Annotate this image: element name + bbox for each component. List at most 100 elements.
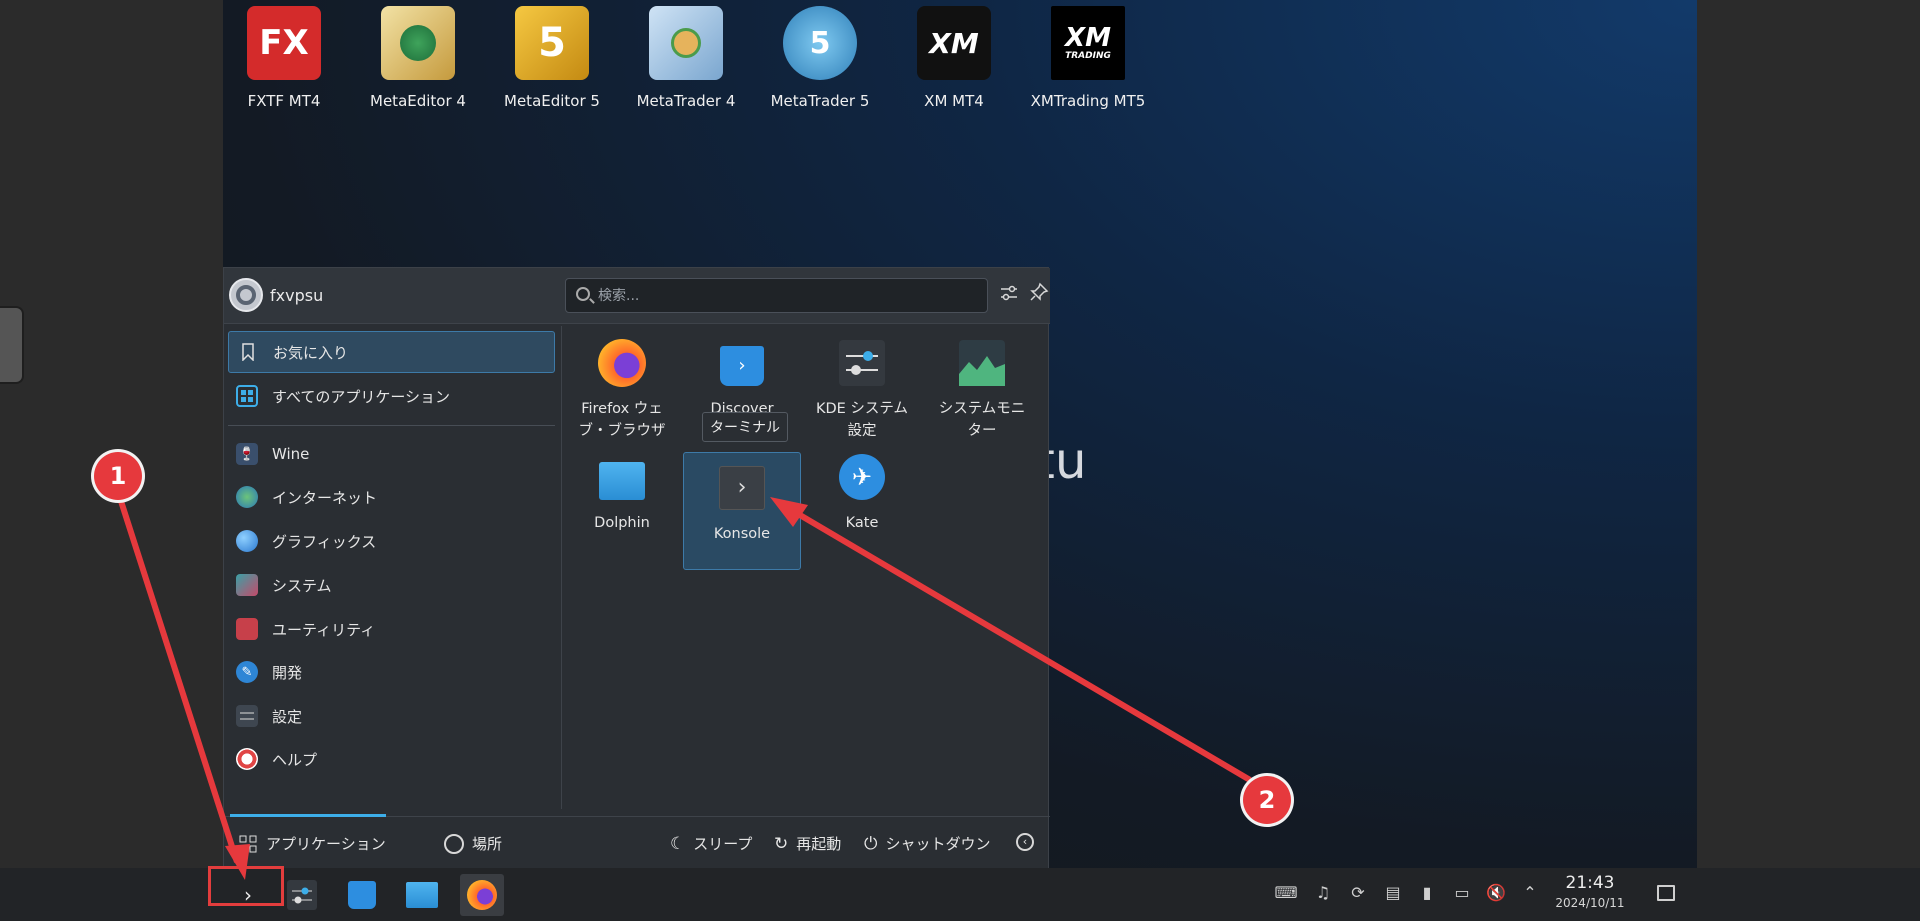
search-input[interactable] (598, 285, 978, 307)
xmtrading-mt5-icon: XM TRADING (1051, 6, 1125, 80)
compass-icon (444, 833, 464, 854)
app-label: Dolphin (594, 515, 650, 531)
tab-places[interactable]: 場所 (444, 833, 502, 854)
tab-applications[interactable]: アプリケーション (238, 833, 386, 854)
pin-button[interactable] (1026, 282, 1052, 308)
metatrader5-icon: 5 (783, 6, 857, 80)
configure-button[interactable] (996, 282, 1022, 308)
category-list: お気に入り すべてのアプリケーション 🍷 Wine インターネット グラフィック… (224, 326, 562, 809)
category-label: お気に入り (273, 343, 349, 362)
category-system[interactable]: システム (228, 564, 555, 606)
taskbar-discover[interactable] (340, 874, 384, 916)
side-panel-handle[interactable] (0, 306, 24, 384)
settings-icon (236, 705, 258, 727)
chevron-left-icon: ‹ (1016, 833, 1034, 851)
app-firefox[interactable]: Firefox ウェ ブ・ブラウザ (563, 338, 681, 442)
screen: FX FXTF MT4 MetaEditor 4 5 MetaEditor 5 … (0, 0, 1920, 921)
taskbar: › ⌨ ♫ ⟳ ▤ ▮ ▭ 🔇 ⌃ 21:43 2024/10/11 (0, 868, 1920, 921)
favorites-grid: Firefox ウェ ブ・ブラウザ › Discover KDE システム 設定… (563, 326, 1049, 809)
restart-icon: ↻ (774, 833, 789, 854)
desktop-icon-xm-mt4[interactable]: XM XM MT4 (889, 6, 1019, 110)
app-dolphin[interactable]: Dolphin (563, 452, 681, 534)
desktop-icon-label: FXTF MT4 (247, 92, 321, 110)
category-label: ユーティリティ (272, 620, 376, 639)
launcher-header: fxvpsu (224, 268, 1050, 324)
power-icon: ⏻ (864, 833, 878, 854)
category-divider (228, 425, 555, 426)
taskbar-system-settings[interactable] (280, 874, 324, 916)
desktop-icon-metatrader4[interactable]: MetaTrader 4 (621, 6, 751, 110)
keyboard-icon[interactable]: ⌨ (1274, 881, 1298, 905)
app-label: KDE システム 設定 (815, 401, 908, 439)
search-icon (576, 287, 590, 301)
app-discover[interactable]: › Discover (683, 338, 801, 420)
show-desktop-button[interactable] (1654, 881, 1678, 905)
annotation-marker-1: 1 (94, 452, 142, 500)
kate-icon: ✈ (837, 452, 887, 502)
show-desktop-icon (1657, 885, 1675, 901)
tooltip: ターミナル (702, 412, 788, 442)
launcher-footer: アプリケーション 場所 ☾ スリープ ↻ 再起動 ⏻ シャットダウン ‹ (224, 814, 1050, 871)
volume-muted-icon[interactable]: 🔇 (1484, 881, 1508, 905)
app-label: Kate (845, 515, 879, 531)
category-development[interactable]: ✎ 開発 (228, 651, 555, 693)
sleep-button[interactable]: ☾ スリープ (670, 833, 752, 854)
metaeditor5-icon: 5 (515, 6, 589, 80)
category-graphics[interactable]: グラフィックス (228, 520, 555, 562)
chevron-up-icon[interactable]: ⌃ (1518, 881, 1542, 905)
restart-button[interactable]: ↻ 再起動 (774, 833, 841, 854)
globe-icon (236, 486, 258, 508)
taskbar-dolphin[interactable] (400, 874, 444, 916)
category-settings[interactable]: 設定 (228, 695, 555, 737)
network-icon[interactable]: ▭ (1450, 881, 1474, 905)
clock-date[interactable]: 2024/10/11 (1545, 896, 1635, 910)
collapse-button[interactable]: ‹ (1016, 833, 1034, 851)
category-favorites[interactable]: お気に入り (228, 331, 555, 373)
shutdown-button[interactable]: ⏻ シャットダウン (864, 833, 990, 854)
desktop-icon-label: MetaTrader 4 (636, 92, 736, 110)
category-label: システム (272, 576, 332, 595)
category-help[interactable]: ヘルプ (228, 738, 555, 780)
desktop-icon-metaeditor4[interactable]: MetaEditor 4 (353, 6, 483, 110)
desktop-icon-label: MetaEditor 5 (504, 92, 600, 110)
clock-time[interactable]: 21:43 (1545, 873, 1635, 893)
category-internet[interactable]: インターネット (228, 476, 555, 518)
app-system-monitor[interactable]: システムモニ ター (923, 338, 1041, 442)
category-all-applications[interactable]: すべてのアプリケーション (228, 375, 555, 417)
taskbar-firefox[interactable] (460, 874, 504, 916)
desktop-icon-xmtrading-mt5[interactable]: XM TRADING XMTrading MT5 (1023, 6, 1153, 110)
shutdown-label: シャットダウン (885, 835, 991, 853)
notifications-icon[interactable]: ♫ (1311, 881, 1335, 905)
desktop-icon-label: MetaTrader 5 (770, 92, 870, 110)
user-avatar[interactable] (229, 278, 263, 312)
clipboard-icon[interactable]: ▤ (1381, 881, 1405, 905)
update-icon[interactable]: ⟳ (1346, 881, 1370, 905)
desktop-icon-metatrader5[interactable]: 5 MetaTrader 5 (755, 6, 885, 110)
desktop-icon-label: XMTrading MT5 (1030, 92, 1146, 110)
app-label: Konsole (713, 526, 771, 542)
app-konsole[interactable]: › Konsole (683, 452, 801, 570)
metaeditor4-icon (381, 6, 455, 80)
app-kate[interactable]: ✈ Kate (803, 452, 921, 534)
konsole-icon: › (717, 463, 767, 513)
category-wine[interactable]: 🍷 Wine (228, 433, 555, 475)
application-launcher: fxvpsu 検索... お気に入り すべてのアプリケーション 🍷 Wine イ… (223, 267, 1050, 871)
moon-icon: ☾ (670, 833, 686, 854)
graphics-icon (236, 530, 258, 552)
desktop-icon-metaeditor5[interactable]: 5 MetaEditor 5 (487, 6, 617, 110)
active-tab-indicator (230, 814, 386, 817)
desktop-icon-fxtf-mt4[interactable]: FX FXTF MT4 (223, 6, 349, 110)
usb-icon[interactable]: ▮ (1415, 881, 1439, 905)
app-kde-system-settings[interactable]: KDE システム 設定 (803, 338, 921, 442)
sleep-label: スリープ (693, 835, 753, 853)
wine-icon: 🍷 (236, 443, 258, 465)
category-label: インターネット (272, 488, 378, 507)
dolphin-folder-icon (597, 452, 647, 502)
discover-icon: › (717, 338, 767, 388)
kde-settings-icon (287, 880, 317, 910)
annotation-marker-2: 2 (1243, 776, 1291, 824)
tab-applications-label: アプリケーション (266, 835, 386, 853)
category-utilities[interactable]: ユーティリティ (228, 608, 555, 650)
search-field[interactable] (565, 278, 988, 313)
category-label: グラフィックス (272, 532, 377, 551)
